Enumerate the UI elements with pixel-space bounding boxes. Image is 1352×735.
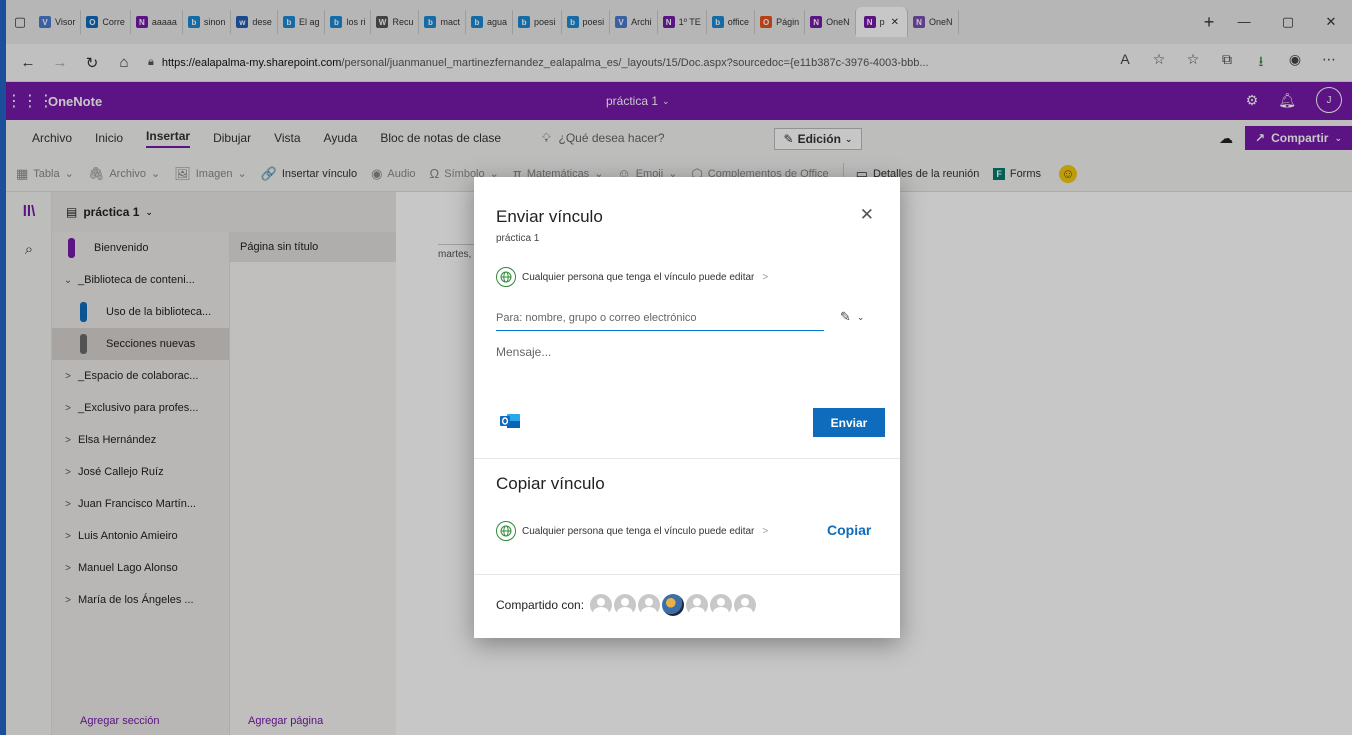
person-avatar[interactable]: [662, 594, 685, 616]
copy-link-title: Copiar vínculo: [496, 474, 605, 493]
send-link-dialog: Enviar vínculo práctica 1 ✕ Cualquier pe…: [474, 177, 900, 638]
recipients-input[interactable]: [496, 305, 824, 331]
globe-icon: [496, 267, 516, 287]
outlook-icon[interactable]: [500, 413, 520, 429]
person-avatar[interactable]: [614, 594, 637, 616]
pencil-icon: ✎: [840, 309, 851, 324]
shared-with-row: Compartido con:: [496, 594, 758, 616]
dialog-divider: [474, 458, 900, 459]
person-avatar[interactable]: [710, 594, 733, 616]
globe-icon: [496, 521, 516, 541]
close-icon[interactable]: ✕: [860, 205, 874, 225]
shared-avatars: [590, 594, 758, 616]
person-avatar[interactable]: [590, 594, 613, 616]
dialog-subtitle: práctica 1: [496, 233, 540, 244]
dialog-title: Enviar vínculo: [496, 207, 603, 226]
person-avatar[interactable]: [686, 594, 709, 616]
person-avatar[interactable]: [734, 594, 757, 616]
send-button[interactable]: Enviar: [813, 408, 885, 437]
message-input[interactable]: [496, 345, 876, 385]
link-permission-text: Cualquier persona que tenga el vínculo p…: [522, 271, 755, 283]
browser-window: ▢ V Visor O Corre Naaaaa b sinon w dese b El ag b lo…: [6, 0, 1352, 735]
recipient-permission-dropdown[interactable]: ✎ ⌄: [840, 309, 864, 325]
chevron-down-icon: ⌄: [856, 311, 865, 322]
chevron-right-icon: >: [762, 525, 769, 537]
dialog-divider: [474, 574, 900, 575]
copy-link-permission-text: Cualquier persona que tenga el vínculo p…: [522, 525, 755, 537]
link-permission-setting[interactable]: Cualquier persona que tenga el vínculo p…: [496, 267, 768, 287]
shared-with-label: Compartido con:: [496, 598, 585, 612]
copy-link-permission-setting[interactable]: Cualquier persona que tenga el vínculo p…: [496, 521, 768, 541]
chevron-right-icon: >: [762, 271, 769, 283]
copy-button[interactable]: Copiar: [827, 522, 871, 538]
person-avatar[interactable]: [638, 594, 661, 616]
